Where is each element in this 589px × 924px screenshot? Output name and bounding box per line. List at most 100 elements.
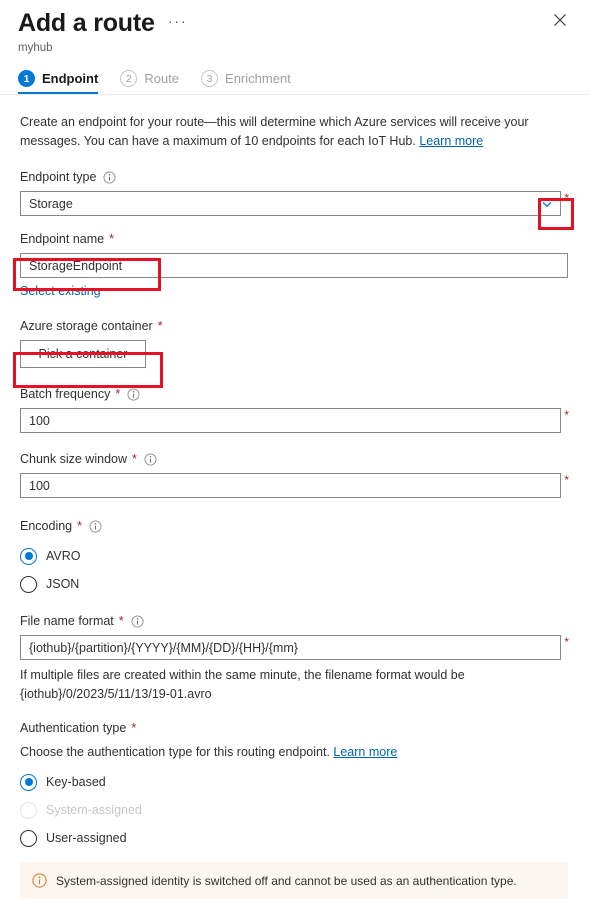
encoding-field: Encoding * AVRO JSON — [20, 518, 569, 598]
step-enrichment[interactable]: 3 Enrichment — [201, 70, 291, 94]
select-existing-link[interactable]: Select existing — [20, 284, 101, 298]
radio-icon — [20, 802, 37, 819]
radio-icon[interactable] — [20, 774, 37, 791]
step-route-number: 2 — [120, 70, 137, 87]
storage-container-label: Azure storage container — [20, 318, 153, 335]
batch-frequency-label-row: Batch frequency * — [20, 386, 569, 403]
endpoint-type-label-row: Endpoint type — [20, 169, 569, 186]
endpoint-type-field: Endpoint type Storage — [20, 169, 569, 216]
batch-frequency-required-star: * — [564, 408, 569, 422]
endpoint-type-label: Endpoint type — [20, 169, 96, 186]
chunk-size-input-row: 100 * — [20, 473, 569, 498]
system-assigned-warning-text: System-assigned identity is switched off… — [56, 874, 517, 888]
add-route-panel: Add a route ··· myhub 1 Endpoint 2 Route… — [0, 0, 589, 924]
encoding-option-avro[interactable]: AVRO — [20, 542, 569, 570]
chunk-size-value: 100 — [29, 479, 50, 493]
file-name-format-input-row: {iothub}/{partition}/{YYYY}/{MM}/{DD}/{H… — [20, 635, 569, 660]
step-endpoint-label: Endpoint — [42, 71, 98, 86]
panel-header: Add a route ··· myhub 1 Endpoint 2 Route… — [0, 0, 589, 95]
auth-option-system-assigned: System-assigned — [20, 796, 569, 824]
file-name-format-required: * — [119, 613, 124, 630]
endpoint-name-value: StorageEndpoint — [29, 259, 122, 273]
step-endpoint-number: 1 — [18, 70, 35, 87]
batch-frequency-input[interactable]: 100 — [20, 408, 561, 433]
step-enrichment-number: 3 — [201, 70, 218, 87]
file-name-format-label: File name format — [20, 613, 114, 630]
batch-frequency-field: Batch frequency * 100 * — [20, 386, 569, 433]
chunk-size-input[interactable]: 100 — [20, 473, 561, 498]
endpoint-name-input[interactable]: StorageEndpoint — [20, 253, 568, 278]
authentication-type-label: Authentication type — [20, 720, 126, 737]
storage-container-label-row: Azure storage container * — [20, 318, 569, 335]
info-icon[interactable] — [144, 453, 157, 466]
step-route[interactable]: 2 Route — [120, 70, 179, 94]
encoding-required: * — [77, 518, 82, 535]
auth-option-key-based[interactable]: Key-based — [20, 768, 569, 796]
chunk-size-label: Chunk size window — [20, 451, 127, 468]
batch-frequency-required: * — [115, 386, 120, 403]
endpoint-name-required: * — [109, 231, 114, 248]
batch-frequency-value: 100 — [29, 414, 50, 428]
endpoint-name-label: Endpoint name — [20, 231, 104, 248]
intro-learn-more-link[interactable]: Learn more — [419, 134, 483, 148]
info-icon[interactable] — [89, 520, 102, 533]
authentication-description-copy: Choose the authentication type for this … — [20, 745, 333, 759]
intro-text: Create an endpoint for your route—this w… — [20, 113, 568, 151]
authentication-learn-more-link[interactable]: Learn more — [333, 745, 397, 759]
step-endpoint[interactable]: 1 Endpoint — [18, 70, 98, 94]
auth-option-system-assigned-label: System-assigned — [46, 803, 142, 817]
encoding-label: Encoding — [20, 518, 72, 535]
authentication-type-required: * — [131, 720, 136, 737]
wizard-steps: 1 Endpoint 2 Route 3 Enrichment — [0, 56, 589, 94]
chunk-size-field: Chunk size window * 100 * — [20, 451, 569, 498]
endpoint-name-field: Endpoint name * StorageEndpoint Select e… — [20, 231, 569, 300]
page-title: Add a route — [18, 8, 155, 38]
endpoint-type-input-row: Storage * — [20, 191, 569, 216]
endpoint-name-label-row: Endpoint name * — [20, 231, 569, 248]
more-options-icon[interactable]: ··· — [168, 16, 188, 28]
file-name-format-input[interactable]: {iothub}/{partition}/{YYYY}/{MM}/{DD}/{H… — [20, 635, 561, 660]
encoding-option-json[interactable]: JSON — [20, 570, 569, 598]
encoding-option-json-label: JSON — [46, 577, 79, 591]
endpoint-type-value: Storage — [29, 197, 73, 211]
info-icon — [32, 873, 47, 888]
file-name-format-helper: If multiple files are created within the… — [20, 666, 568, 704]
file-name-format-required-star: * — [564, 635, 569, 649]
step-enrichment-label: Enrichment — [225, 71, 291, 86]
system-assigned-warning-banner: System-assigned identity is switched off… — [20, 862, 568, 899]
batch-frequency-label: Batch frequency — [20, 386, 110, 403]
encoding-option-avro-label: AVRO — [46, 549, 81, 563]
file-name-format-field: File name format * {iothub}/{partition}/… — [20, 613, 569, 660]
chevron-down-icon[interactable] — [540, 197, 554, 211]
radio-icon[interactable] — [20, 830, 37, 847]
storage-container-field: Azure storage container * Pick a contain… — [20, 318, 569, 368]
file-name-format-value: {iothub}/{partition}/{YYYY}/{MM}/{DD}/{H… — [29, 641, 298, 655]
chunk-size-label-row: Chunk size window * — [20, 451, 569, 468]
pick-a-container-button[interactable]: Pick a container — [20, 340, 146, 368]
chunk-size-required-star: * — [564, 473, 569, 487]
panel-content: Create an endpoint for your route—this w… — [0, 95, 589, 899]
batch-frequency-input-row: 100 * — [20, 408, 569, 433]
close-icon[interactable] — [549, 9, 571, 31]
title-row: Add a route ··· — [0, 8, 589, 38]
endpoint-type-select[interactable]: Storage — [20, 191, 561, 216]
step-route-label: Route — [144, 71, 179, 86]
info-icon[interactable] — [103, 171, 116, 184]
file-name-format-label-row: File name format * — [20, 613, 569, 630]
storage-container-required: * — [158, 318, 163, 335]
radio-icon[interactable] — [20, 548, 37, 565]
radio-icon[interactable] — [20, 576, 37, 593]
info-icon[interactable] — [127, 388, 140, 401]
header-divider — [0, 94, 589, 95]
chunk-size-required: * — [132, 451, 137, 468]
auth-option-user-assigned-label: User-assigned — [46, 831, 127, 845]
auth-option-user-assigned[interactable]: User-assigned — [20, 824, 569, 852]
info-icon[interactable] — [131, 615, 144, 628]
endpoint-type-required-star: * — [564, 191, 569, 205]
panel-subtitle: myhub — [0, 38, 589, 56]
authentication-type-description: Choose the authentication type for this … — [20, 743, 568, 762]
auth-option-key-based-label: Key-based — [46, 775, 106, 789]
encoding-label-row: Encoding * — [20, 518, 569, 535]
authentication-type-field: Authentication type * Choose the authent… — [20, 720, 569, 852]
authentication-type-label-row: Authentication type * — [20, 720, 569, 737]
